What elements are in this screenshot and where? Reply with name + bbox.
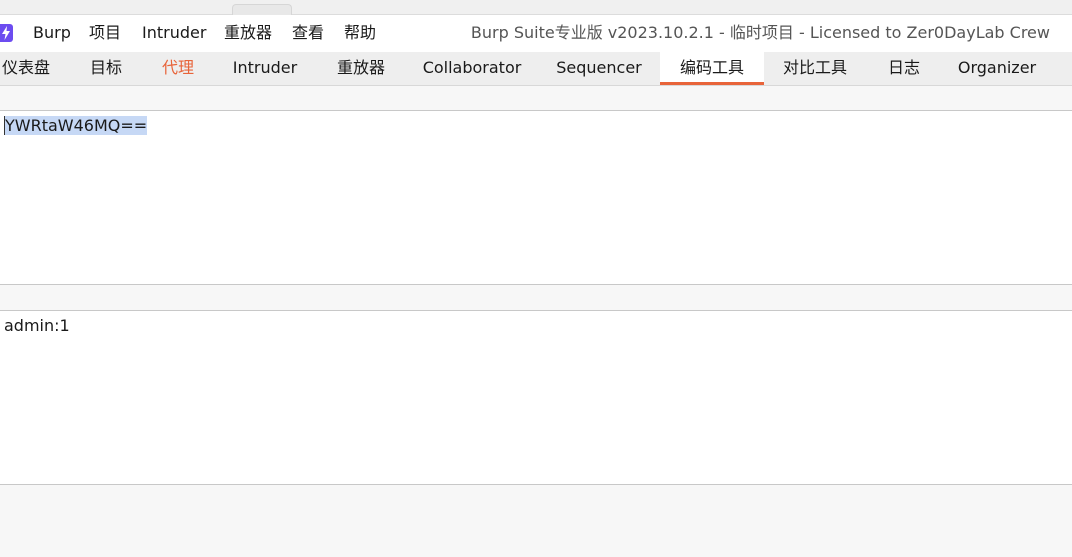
tab-collaborator[interactable]: Collaborator — [420, 52, 524, 85]
tab-proxy[interactable]: 代理 — [158, 52, 198, 85]
background-window-tab[interactable] — [232, 4, 292, 15]
tab-repeater[interactable]: 重放器 — [333, 52, 389, 85]
decoder-output-panel[interactable]: admin:1 — [0, 311, 1072, 485]
burp-lightning-icon — [0, 24, 13, 42]
main-tab-bar: 仪表盘 目标 代理 Intruder 重放器 Collaborator Sequ… — [0, 52, 1072, 86]
menu-help[interactable]: 帮助 — [344, 23, 376, 43]
decoder-input-panel[interactable]: YWRtaW46MQ== — [0, 111, 1072, 285]
decoder-bottom-area — [0, 485, 1072, 557]
decoder-input-text[interactable]: YWRtaW46MQ== — [4, 116, 148, 136]
window-top-strip — [0, 0, 1072, 15]
menu-project[interactable]: 项目 — [89, 23, 121, 43]
selected-text[interactable]: YWRtaW46MQ== — [4, 116, 148, 135]
menu-burp[interactable]: Burp — [33, 23, 71, 43]
tab-logger[interactable]: 日志 — [884, 52, 924, 85]
tab-sequencer[interactable]: Sequencer — [555, 52, 643, 85]
menu-repeater[interactable]: 重放器 — [224, 23, 272, 43]
window-title: Burp Suite专业版 v2023.10.2.1 - 临时项目 - Lice… — [470, 23, 1050, 42]
tab-intruder[interactable]: Intruder — [230, 52, 300, 85]
menu-bar: Burp 项目 Intruder 重放器 查看 帮助 Burp Suite专业版… — [0, 15, 1072, 52]
tab-comparer[interactable]: 对比工具 — [779, 52, 851, 85]
decoder-output-text[interactable]: admin:1 — [4, 316, 70, 336]
decoder-top-spacer — [0, 86, 1072, 111]
menu-intruder[interactable]: Intruder — [142, 23, 206, 43]
menu-view[interactable]: 查看 — [292, 23, 324, 43]
decoder-panel-divider — [0, 285, 1072, 311]
tab-organizer[interactable]: Organizer — [955, 52, 1039, 85]
tab-decoder[interactable]: 编码工具 — [660, 52, 764, 85]
tab-dashboard[interactable]: 仪表盘 — [0, 52, 52, 85]
tab-target[interactable]: 目标 — [86, 52, 126, 85]
